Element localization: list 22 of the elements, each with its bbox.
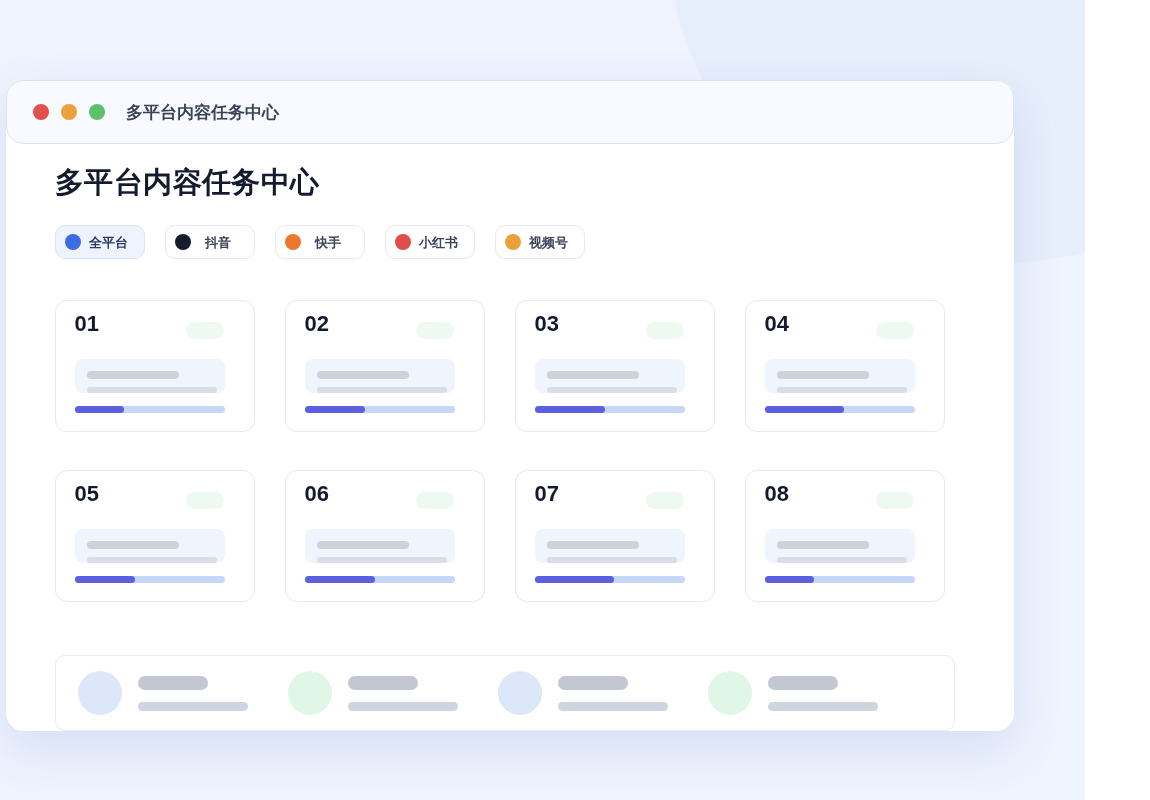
window-control-button[interactable] (88, 104, 105, 120)
task-number: 08 (764, 479, 789, 508)
window-control-button[interactable] (60, 104, 77, 120)
text-placeholder-line (137, 675, 208, 690)
text-placeholder-line (347, 675, 418, 690)
platform-tab[interactable]: 视频号 (495, 225, 585, 259)
task-number: 04 (764, 309, 789, 338)
window-title: 多平台内容任务中心 (125, 103, 279, 121)
task-number: 01 (74, 309, 99, 338)
task-number: 06 (304, 479, 329, 508)
text-placeholder-line (557, 675, 628, 690)
platform-tab[interactable]: 快手 (275, 225, 365, 259)
task-number: 05 (74, 479, 99, 508)
task-number: 03 (534, 309, 559, 338)
task-number: 07 (534, 479, 559, 508)
page-heading: 多平台内容任务中心 (55, 165, 320, 199)
text-placeholder-line (767, 675, 838, 690)
platform-tab[interactable]: 抖音 (165, 225, 255, 259)
platform-tab[interactable]: 全平台 (55, 225, 145, 259)
task-number: 02 (304, 309, 329, 338)
window-control-button[interactable] (32, 104, 49, 120)
platform-tab[interactable]: 小红书 (385, 225, 475, 259)
